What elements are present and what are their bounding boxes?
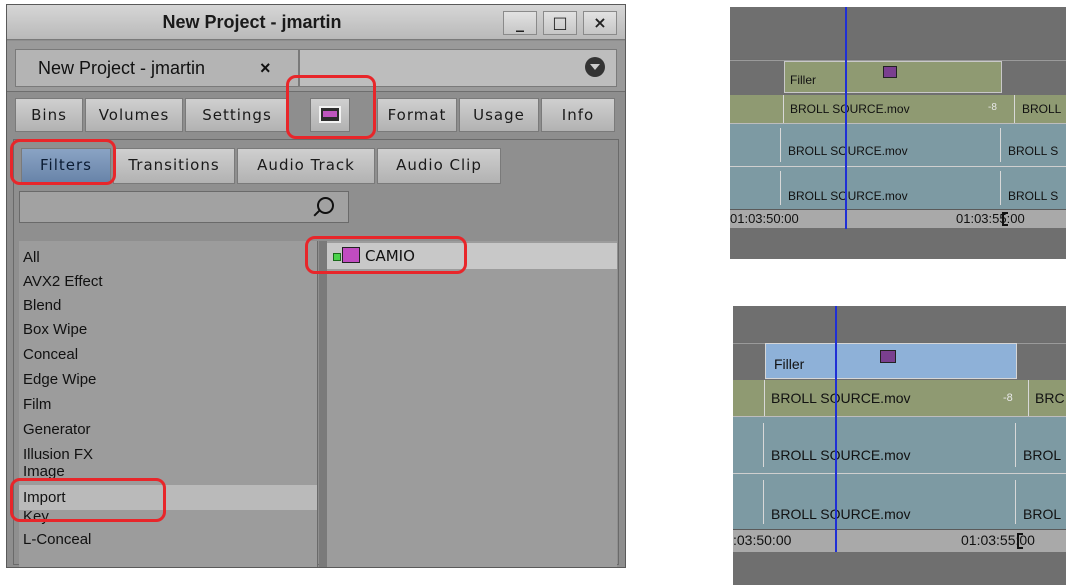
highlight-import-category: [10, 478, 166, 522]
category-avx2-effect[interactable]: AVX2 Effect: [19, 269, 317, 294]
next-clip-name: BROLL S: [1008, 144, 1059, 158]
playhead[interactable]: [835, 306, 837, 552]
highlight-filters-tab: [10, 139, 116, 185]
window-title: New Project - jmartin: [162, 12, 342, 32]
timecode-ruler[interactable]: :03:50:00 01:03:55:00: [733, 529, 1066, 553]
highlight-camio-effect: [305, 236, 467, 274]
highlight-effects-tab: [286, 75, 376, 139]
category-box-wipe[interactable]: Box Wipe: [19, 317, 317, 342]
tab-usage[interactable]: Usage: [459, 98, 539, 132]
filler-clip-selected[interactable]: Filler: [765, 343, 1017, 379]
close-tab-icon[interactable]: ×: [260, 50, 271, 86]
clip-name: BROLL SOURCE.mov: [771, 390, 911, 406]
timeline-before[interactable]: Filler BROLL SOURCE.mov -8 BROLL BROLL S…: [730, 7, 1066, 259]
category-conceal[interactable]: Conceal: [19, 342, 317, 367]
fast-menu-icon[interactable]: [585, 57, 605, 77]
timecode-right: 01:03:55:00: [956, 211, 1025, 226]
next-clip-name: BROL: [1023, 506, 1062, 522]
mark-in-icon: [1017, 533, 1023, 549]
tab-audio-track[interactable]: Audio Track: [237, 148, 375, 184]
track-a1[interactable]: BROLL SOURCE.mov BROLL S: [730, 167, 1066, 209]
tab-info[interactable]: Info: [541, 98, 615, 132]
clip-name: BROLL SOURCE.mov: [771, 447, 911, 463]
minimize-button[interactable]: _: [503, 11, 537, 35]
next-clip-name: BROL: [1023, 447, 1062, 463]
timecode-left: :03:50:00: [733, 532, 792, 548]
tab-settings[interactable]: Settings: [185, 98, 289, 132]
project-tab[interactable]: New Project - jmartin ×: [15, 49, 299, 87]
effect-list[interactable]: CAMIO: [319, 241, 617, 567]
timecode-ruler[interactable]: 01:03:50:00 01:03:55:00: [730, 209, 1066, 229]
clip-name: BROLL SOURCE.mov: [771, 506, 911, 522]
clip-name: BROLL SOURCE.mov: [788, 189, 908, 203]
tab-format[interactable]: Format: [377, 98, 457, 132]
track-v2[interactable]: BROLL SOURCE.mov -8 BRC: [733, 380, 1066, 417]
mark-in-icon: [1002, 212, 1008, 226]
timecode-right: 01:03:55:00: [961, 532, 1035, 548]
filler-clip[interactable]: Filler: [784, 61, 1002, 93]
category-l-conceal[interactable]: L-Conceal: [19, 527, 317, 552]
track-a1[interactable]: BROLL SOURCE.mov BROL: [733, 474, 1066, 529]
next-clip-name: BROLL S: [1008, 189, 1059, 203]
category-blend[interactable]: Blend: [19, 293, 317, 318]
project-tab-label: New Project - jmartin: [38, 58, 206, 78]
effect-applied-icon: [883, 66, 897, 78]
clip-name: BROLL SOURCE.mov: [790, 102, 910, 116]
filler-label: Filler: [774, 356, 805, 372]
effect-search-field[interactable]: [19, 191, 349, 223]
track-v1[interactable]: BROLL SOURCE.mov BROLL S: [730, 124, 1066, 167]
playhead[interactable]: [845, 7, 847, 229]
category-all[interactable]: All: [19, 245, 317, 270]
search-icon[interactable]: [317, 197, 334, 214]
next-clip-name: BROLL: [1022, 102, 1062, 116]
clip-edge-value: -8: [988, 102, 997, 113]
category-generator[interactable]: Generator: [19, 417, 317, 442]
timecode-left: 01:03:50:00: [730, 211, 799, 226]
tab-audio-clip[interactable]: Audio Clip: [377, 148, 501, 184]
category-film[interactable]: Film: [19, 392, 317, 417]
title-bar[interactable]: New Project - jmartin _ □ ×: [7, 5, 625, 40]
category-edge-wipe[interactable]: Edge Wipe: [19, 367, 317, 392]
clip-edge-value: -8: [1003, 392, 1013, 404]
tab-transitions[interactable]: Transitions: [113, 148, 235, 184]
close-button[interactable]: ×: [583, 11, 617, 35]
timeline-after[interactable]: Filler BROLL SOURCE.mov -8 BRC BROLL SOU…: [733, 306, 1066, 585]
effect-applied-icon: [880, 350, 896, 363]
tab-volumes[interactable]: Volumes: [85, 98, 183, 132]
tab-bins[interactable]: Bins: [15, 98, 83, 132]
next-clip-name: BRC: [1035, 390, 1065, 406]
filler-label: Filler: [790, 73, 816, 87]
track-v2[interactable]: BROLL SOURCE.mov -8 BROLL: [730, 95, 1066, 124]
track-v1[interactable]: BROLL SOURCE.mov BROL: [733, 417, 1066, 474]
clip-name: BROLL SOURCE.mov: [788, 144, 908, 158]
maximize-button[interactable]: □: [543, 11, 577, 35]
